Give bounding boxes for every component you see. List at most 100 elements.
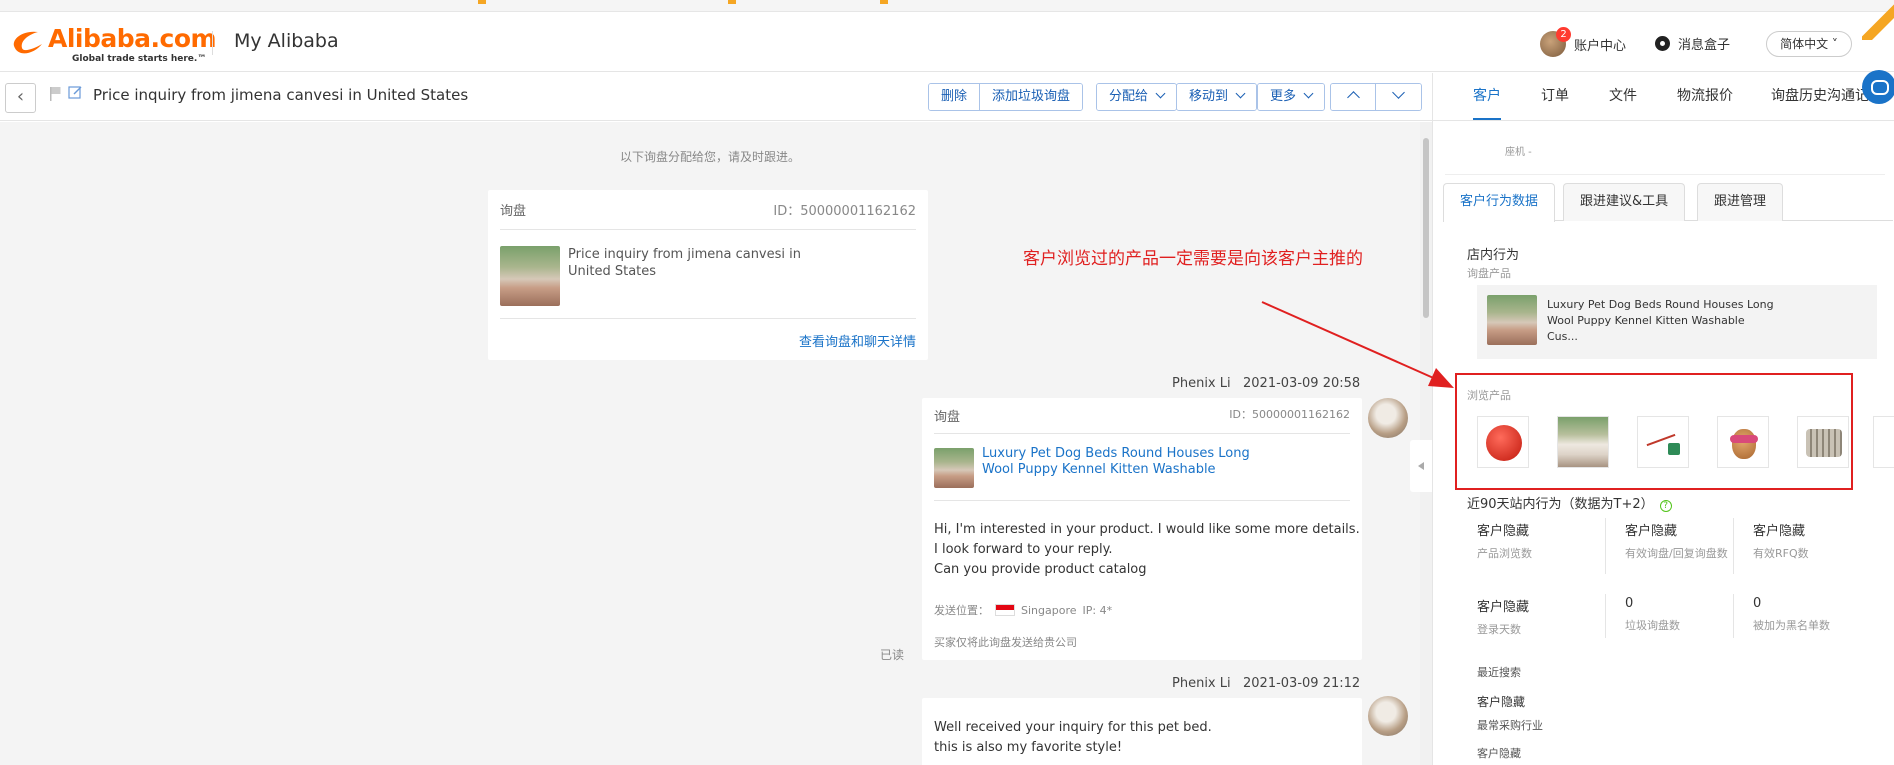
tab-files[interactable]: 文件 [1609,73,1637,120]
browsed-product-red-ball[interactable] [1477,416,1529,468]
annotation-text: 客户浏览过的产品一定需要是向该客户主推的 [1023,249,1363,269]
message-sender: Phenix Li 2021-03-09 21:12 [1172,676,1360,691]
inquiry-card-text: Price inquiry from jimena canvesi in Uni… [568,247,801,279]
inquiry-toolbar: ‹ Price inquiry from jimena canvesi in U… [0,73,1432,121]
singapore-flag-icon [995,604,1015,616]
stat-product-views: 客户隐藏 产品浏览数 [1477,520,1597,560]
stat-value: 客户隐藏 [1477,524,1530,539]
section-title[interactable]: My Alibaba [234,30,339,52]
message-bubble: 询盘 ID：50000001162162 Luxury Pet Dog Beds… [922,398,1362,660]
view-details-link-text[interactable]: 查看询盘和聊天详情 [799,335,916,350]
stat-label: 有效RFQ数 [1753,547,1809,560]
back-button[interactable]: ‹ [5,83,36,113]
message-icon [1655,36,1670,51]
stat-label: 登录天数 [1477,623,1521,636]
browsed-product-more[interactable] [1873,416,1894,468]
recent-search-value: 客户隐藏 [1477,695,1526,709]
divider [1733,594,1734,638]
brand-name: Alibaba.com [48,24,217,53]
inquiry-product-title: Luxury Pet Dog Beds Round Houses Long Wo… [1547,298,1774,343]
inquiry-products-label: 询盘产品 [1467,267,1511,280]
product-thumbnail [1487,295,1537,345]
avatar[interactable] [1368,398,1408,438]
tab-followup-management[interactable]: 跟进管理 [1697,183,1784,221]
industry-label: 最常采购行业 [1477,719,1543,732]
collapse-panel-button[interactable] [1410,440,1432,492]
move-dropdown[interactable]: 移动到 [1177,84,1257,110]
nav-group [1330,83,1422,111]
stat-label: 产品浏览数 [1477,547,1532,560]
alibaba-logo-icon [13,31,42,54]
flag-icon[interactable] [50,87,62,101]
divider [1605,518,1606,574]
edit-icon[interactable] [68,85,83,100]
avatar[interactable]: 2 [1540,27,1571,57]
assignment-notice: 以下询盘分配给您，请及时跟进。 [619,150,800,164]
tab-orders[interactable]: 订单 [1541,73,1569,120]
ip-address: IP: 4* [1082,603,1113,617]
divider [1605,594,1606,638]
divider [1733,518,1734,574]
stat-value: 客户隐藏 [1753,524,1806,539]
page: Alibaba.com Global trade starts here.™ M… [0,0,1894,765]
tab-logistics-quote[interactable]: 物流报价 [1677,73,1733,120]
alibaba-logo[interactable]: Alibaba.com Global trade starts here.™ [8,24,217,64]
assign-label: 分配给 [1109,89,1149,104]
sender-name: Phenix Li [1172,676,1231,691]
product-thumbnail[interactable] [500,246,560,306]
tab-customer-behavior[interactable]: 客户行为数据 [1443,183,1556,222]
add-spam-button[interactable]: 添加垃圾询盘 [980,84,1083,110]
header-divider [212,31,213,55]
top-strip [0,0,1894,12]
activity-title: 近90天站内行为（数据为T+2） [1467,497,1654,512]
message-box-label[interactable]: 消息盒子 [1678,34,1730,53]
account-center[interactable]: 2 账户中心 [1540,27,1626,58]
account-center-label[interactable]: 账户中心 [1574,35,1626,54]
scrollbar-thumb[interactable] [1423,138,1429,318]
inquiry-card: 询盘 ID：50000001162162 Price inquiry from … [488,190,928,360]
assign-dropdown[interactable]: 分配给 [1097,84,1177,110]
previous-inquiry-button[interactable] [1331,84,1376,110]
exclusive-note: 买家仅将此询盘发送给贵公司 [934,636,1077,649]
location-label: 发送位置： [934,604,989,617]
inquiry-card-header: 询盘 ID：50000001162162 [934,406,1350,434]
more-dropdown[interactable]: 更多 [1258,84,1325,110]
product-link[interactable]: Luxury Pet Dog Beds Round Houses Long Wo… [982,446,1282,478]
stat-value: 0 [1625,596,1634,611]
browsed-product-rope-toy[interactable] [1797,416,1849,468]
inquiry-label: 询盘 [934,410,961,425]
divider [934,500,1350,501]
bottom-hidden-value: 客户隐藏 [1477,747,1521,760]
language-select[interactable]: 简体中文 ˅ [1766,31,1852,57]
browsed-products-label: 浏览产品 [1467,389,1511,402]
tab-followup-tools[interactable]: 跟进建议&工具 [1563,183,1686,221]
message-box[interactable]: 消息盒子 [1655,34,1730,53]
message-line: Well received your inquiry for this pet … [934,720,1212,735]
browsed-product-pineapple-toy[interactable] [1717,416,1769,468]
more-group: 更多 [1257,83,1326,111]
stat-blacklisted: 0 被加为黑名单数 [1753,596,1873,632]
browsed-product-pet-bed[interactable] [1557,416,1609,468]
inquiry-product-item[interactable]: Luxury Pet Dog Beds Round Houses Long Wo… [1477,285,1877,359]
corner-ribbon[interactable] [1862,0,1894,40]
customer-tabs: 客户 订单 文件 物流报价 询盘历史沟通记录 [1433,73,1894,121]
message-bubble: Well received your inquiry for this pet … [922,698,1362,765]
tab-customer[interactable]: 客户 [1473,73,1501,120]
activity-heading: 近90天站内行为（数据为T+2）? [1467,493,1672,512]
inquiry-id: ID：50000001162162 [773,204,916,219]
message-body: Hi, I'm interested in your product. I wo… [934,520,1360,580]
avatar[interactable] [1368,696,1408,736]
move-label: 移动到 [1189,89,1229,104]
message-line: Hi, I'm interested in your product. I wo… [934,522,1360,537]
next-inquiry-button[interactable] [1376,84,1421,110]
help-icon[interactable]: ? [1659,500,1672,512]
delete-button[interactable]: 删除 [929,84,981,110]
stat-value: 客户隐藏 [1477,600,1530,615]
stat-login-days: 客户隐藏 登录天数 [1477,596,1597,636]
inquiry-id: ID：50000001162162 [1229,408,1350,421]
chat-float-button[interactable] [1862,70,1894,104]
product-thumbnail[interactable] [934,448,974,488]
browsed-product-leash[interactable] [1637,416,1689,468]
location-country: Singapore [1021,603,1077,617]
store-behavior-heading: 店内行为 [1467,248,1520,263]
